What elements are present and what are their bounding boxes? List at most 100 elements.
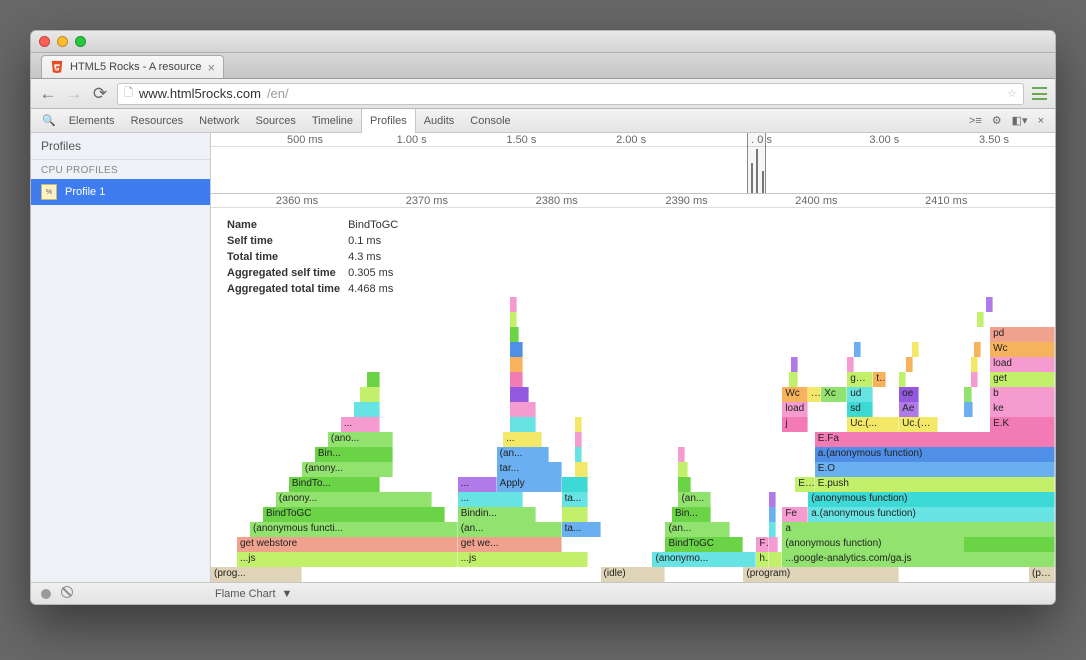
flame-block[interactable]: [847, 357, 854, 372]
flame-block[interactable]: (anonymo...: [652, 552, 756, 567]
flame-block[interactable]: [964, 432, 1055, 447]
flame-block[interactable]: get we...: [458, 537, 562, 552]
flame-block[interactable]: ta...: [562, 492, 588, 507]
flame-block[interactable]: BindToGC: [263, 507, 445, 522]
flame-block[interactable]: sd: [847, 402, 873, 417]
console-toggle-icon[interactable]: >≡: [964, 115, 987, 127]
flame-block[interactable]: Ae: [899, 402, 918, 417]
browser-tab[interactable]: HTML5 Rocks - A resource ×: [41, 55, 224, 78]
flame-block[interactable]: ud: [847, 387, 873, 402]
flame-block[interactable]: (ano...: [328, 432, 393, 447]
settings-gear-icon[interactable]: ⚙: [987, 114, 1007, 127]
flame-block[interactable]: b: [990, 387, 1055, 402]
flame-block[interactable]: [971, 357, 978, 372]
flame-block[interactable]: [510, 387, 529, 402]
flame-block[interactable]: [912, 342, 919, 357]
devtools-tab-console[interactable]: Console: [462, 109, 518, 133]
flame-block[interactable]: [789, 372, 798, 387]
flame-block[interactable]: (anony...: [302, 462, 393, 477]
devtools-tab-sources[interactable]: Sources: [247, 109, 303, 133]
close-devtools-icon[interactable]: ×: [1033, 115, 1049, 127]
flame-block[interactable]: ...: [458, 492, 523, 507]
flame-block[interactable]: [964, 507, 1055, 522]
flame-block[interactable]: [360, 387, 379, 402]
flame-block[interactable]: load: [990, 357, 1055, 372]
flame-block[interactable]: [854, 342, 861, 357]
flame-block[interactable]: [974, 342, 981, 357]
flame-block[interactable]: [769, 492, 776, 507]
menu-button[interactable]: [1032, 87, 1047, 100]
flame-block[interactable]: [899, 372, 906, 387]
flame-block[interactable]: ...: [808, 387, 821, 402]
flame-block[interactable]: (an...: [497, 447, 549, 462]
devtools-tab-network[interactable]: Network: [191, 109, 247, 133]
flame-block[interactable]: (program): [1029, 567, 1055, 582]
flame-block[interactable]: [510, 342, 523, 357]
flame-block[interactable]: [510, 372, 523, 387]
flame-block[interactable]: [510, 327, 519, 342]
flame-block[interactable]: [575, 447, 582, 462]
flame-block[interactable]: [964, 402, 973, 417]
flame-block[interactable]: [575, 432, 582, 447]
flame-block[interactable]: [562, 507, 588, 522]
flame-block[interactable]: Fe: [756, 537, 769, 552]
flame-block[interactable]: ...: [503, 432, 542, 447]
flame-block[interactable]: [510, 357, 523, 372]
flame-block[interactable]: E.K: [990, 417, 1055, 432]
flame-block[interactable]: load: [782, 402, 808, 417]
flame-block[interactable]: [964, 387, 972, 402]
flame-block[interactable]: get ...: [847, 372, 873, 387]
flame-block[interactable]: [575, 417, 582, 432]
flame-block[interactable]: [964, 447, 1055, 462]
flame-block[interactable]: ...: [458, 477, 497, 492]
flame-block[interactable]: oe: [899, 387, 918, 402]
flame-block[interactable]: ...: [341, 417, 380, 432]
flame-block[interactable]: ...js: [458, 552, 588, 567]
titlebar[interactable]: [31, 31, 1055, 53]
flame-block[interactable]: [678, 477, 691, 492]
flame-block[interactable]: (prog...: [211, 567, 302, 582]
flame-block[interactable]: Wc: [990, 342, 1055, 357]
devtools-tab-profiles[interactable]: Profiles: [361, 109, 416, 133]
flame-block[interactable]: [510, 297, 517, 312]
flame-block[interactable]: Uc.(a...: [899, 417, 938, 432]
flame-block[interactable]: [769, 552, 782, 567]
flame-block[interactable]: [906, 357, 913, 372]
flame-block[interactable]: [986, 297, 993, 312]
overview-timeline[interactable]: 500 ms1.00 s1.50 s2.00 s. 0 s3.00 s3.50 …: [211, 133, 1055, 194]
flame-block[interactable]: (program): [743, 567, 899, 582]
flame-block[interactable]: [769, 522, 776, 537]
flame-block[interactable]: [562, 477, 588, 492]
flame-block[interactable]: ...google-analytics.com/ga.js: [782, 552, 1055, 567]
flame-block[interactable]: Bin...: [672, 507, 711, 522]
flame-block[interactable]: Bin...: [315, 447, 393, 462]
flame-block[interactable]: Bindin...: [458, 507, 536, 522]
flame-block[interactable]: [367, 372, 380, 387]
reload-button[interactable]: ⟳: [91, 84, 109, 104]
flame-block[interactable]: [575, 462, 588, 477]
minimize-window-button[interactable]: [57, 36, 68, 47]
flame-block[interactable]: tar...: [497, 462, 562, 477]
flame-block[interactable]: [354, 402, 380, 417]
flame-block[interactable]: BindToGC: [665, 537, 743, 552]
flame-block[interactable]: Uc.(...: [847, 417, 899, 432]
flame-block[interactable]: [964, 477, 1055, 492]
flame-block[interactable]: get: [990, 372, 1055, 387]
flame-block[interactable]: [769, 507, 776, 522]
flame-block[interactable]: Fe: [782, 507, 808, 522]
bookmark-icon[interactable]: ☆: [1007, 87, 1017, 100]
tab-close-icon[interactable]: ×: [207, 60, 215, 75]
overview-selection-handle[interactable]: [747, 133, 766, 193]
flame-block[interactable]: ke: [990, 402, 1055, 417]
flame-block[interactable]: (an...: [665, 522, 730, 537]
flame-block[interactable]: Xc: [821, 387, 847, 402]
flame-block[interactable]: te: [873, 372, 886, 387]
flame-block[interactable]: [964, 522, 1055, 537]
flame-block[interactable]: [769, 537, 778, 552]
back-button[interactable]: ←: [39, 84, 57, 104]
flame-block[interactable]: [791, 357, 798, 372]
devtools-tab-timeline[interactable]: Timeline: [304, 109, 361, 133]
flame-block[interactable]: [510, 417, 536, 432]
flame-block[interactable]: [964, 537, 1055, 552]
flame-block[interactable]: Apply: [497, 477, 562, 492]
